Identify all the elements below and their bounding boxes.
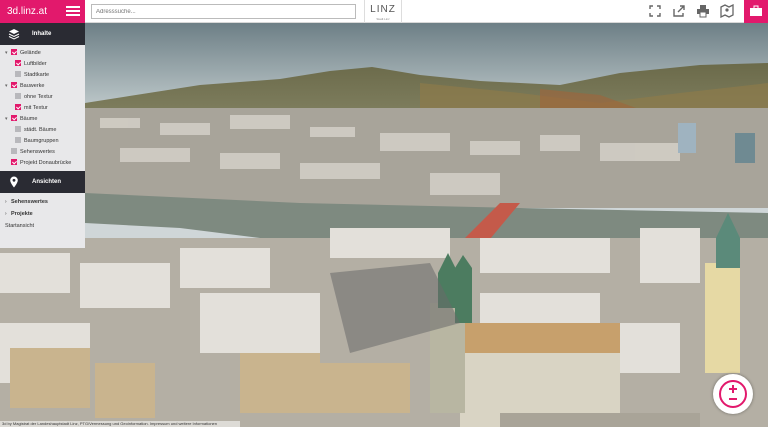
print-icon[interactable] (696, 4, 712, 20)
logo-subtext: Stadt Linz (376, 17, 390, 21)
checkbox[interactable] (11, 147, 17, 154)
logo-text: LINZ (370, 4, 396, 15)
contents-header[interactable]: Inhalte (0, 23, 85, 45)
share-icon[interactable] (672, 4, 688, 20)
location-pin-icon (10, 176, 18, 188)
checkbox[interactable] (15, 125, 21, 132)
checkbox[interactable] (15, 59, 21, 66)
layer-item-ohne-textur[interactable]: ohne Textur (5, 92, 85, 103)
checkbox[interactable] (11, 158, 17, 165)
checkbox[interactable] (15, 103, 21, 110)
views-header[interactable]: Ansichten (0, 171, 85, 193)
checkbox[interactable] (11, 114, 17, 121)
checkbox[interactable] (15, 92, 21, 99)
fullscreen-icon[interactable] (648, 4, 664, 20)
layers-icon (8, 29, 20, 40)
zoom-plus-minus-icon (729, 385, 737, 400)
view-item-sehenswertes[interactable]: › Sehenswertes (5, 196, 85, 208)
contents-title: Inhalte (32, 31, 52, 37)
checkbox[interactable] (11, 48, 17, 55)
map-icon[interactable] (720, 3, 736, 20)
top-bar: 3d.linz.at LINZ Stadt Linz (0, 0, 768, 23)
layer-item-gelaende[interactable]: ▾ Gelände (5, 48, 85, 59)
map-3d-view[interactable] (0, 23, 768, 427)
layer-item-baumgruppen[interactable]: Baumgruppen (5, 136, 85, 147)
layer-item-mit-textur[interactable]: mit Textur (5, 103, 85, 114)
layer-item-sehenswertes[interactable]: Sehenswertes (5, 147, 85, 158)
sidebar-panel: Inhalte ▾ Gelände Luftbilder Stadtkarte ▾… (0, 23, 85, 248)
views-list: › Sehenswertes › Projekte Startansicht (0, 193, 85, 232)
map-credit[interactable]: 3d by Magistrat der Landeshauptstadt Lin… (0, 421, 240, 427)
checkbox[interactable] (15, 70, 21, 77)
view-item-projekte[interactable]: › Projekte (5, 208, 85, 220)
linz-logo: LINZ Stadt Linz (364, 0, 402, 23)
checkbox[interactable] (15, 136, 21, 143)
views-title: Ansichten (32, 179, 62, 185)
layer-item-bauwerke[interactable]: ▾ Bauwerke (5, 81, 85, 92)
view-item-startansicht[interactable]: Startansicht (5, 220, 85, 232)
menu-icon[interactable] (66, 4, 80, 18)
layer-item-luftbilder[interactable]: Luftbilder (5, 59, 85, 70)
compass-navigation[interactable] (713, 374, 753, 414)
checkbox[interactable] (11, 81, 17, 88)
layer-item-baeume[interactable]: ▾ Bäume (5, 114, 85, 125)
layer-item-stadtkarte[interactable]: Stadtkarte (5, 70, 85, 81)
layer-item-projekt-donaubruecke[interactable]: Projekt Donaubrücke (5, 158, 85, 169)
layer-item-staedt-baeume[interactable]: städt. Bäume (5, 125, 85, 136)
layer-tree: ▾ Gelände Luftbilder Stadtkarte ▾ Bauwerke… (0, 45, 85, 171)
search-input[interactable] (91, 4, 356, 19)
toolbox-icon[interactable] (744, 0, 768, 23)
